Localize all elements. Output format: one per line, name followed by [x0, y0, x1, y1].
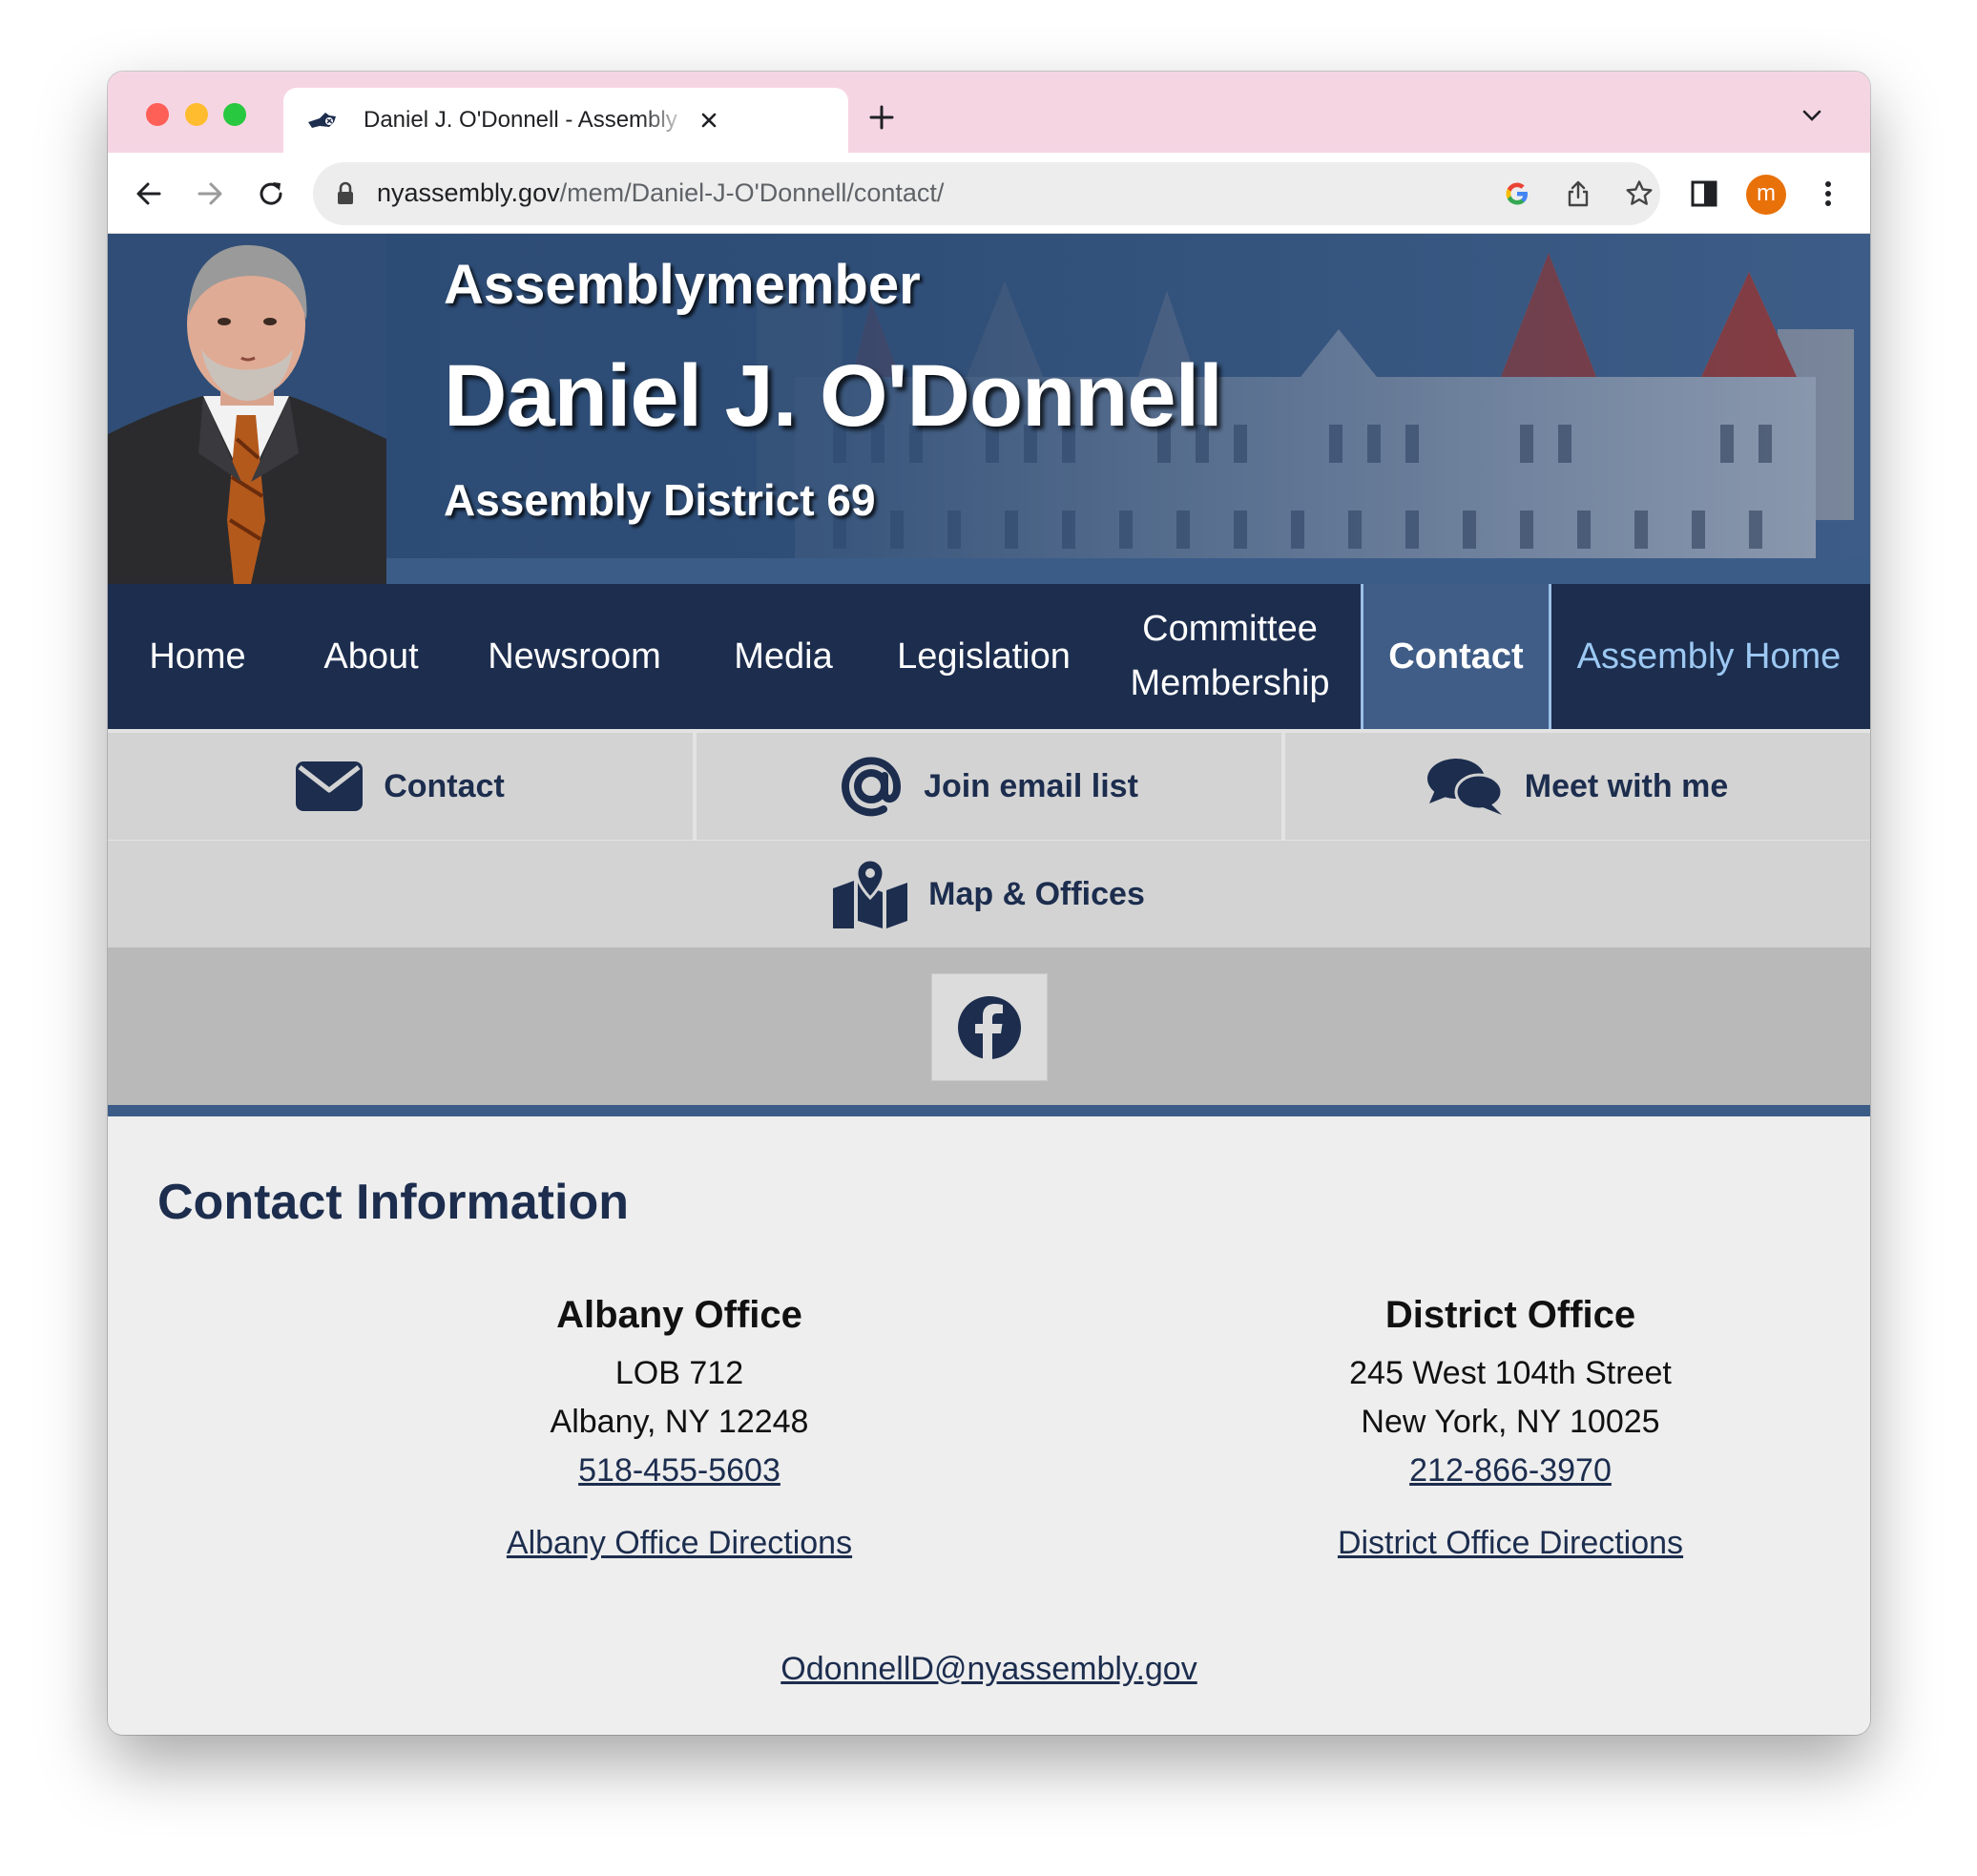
member-portrait-image — [108, 234, 386, 584]
facebook-link[interactable] — [931, 973, 1048, 1081]
nav-contact[interactable]: Contact — [1361, 584, 1551, 729]
albany-directions-link[interactable]: Albany Office Directions — [345, 1519, 1013, 1568]
subnav-contact-label: Contact — [384, 767, 505, 804]
subnav-contact-button[interactable]: Contact — [108, 733, 693, 840]
nav-committee-line1: Committee — [1142, 609, 1318, 649]
banner-title: Assemblymember — [444, 254, 921, 316]
subnav-join-email-label: Join email list — [924, 767, 1138, 804]
albany-address-line1: LOB 712 — [614, 1355, 744, 1391]
subnav-map-offices-button[interactable]: Map & Offices — [108, 841, 1870, 948]
nav-newsroom[interactable]: Newsroom — [474, 584, 675, 729]
albany-address-line2: Albany, NY 12248 — [550, 1404, 809, 1440]
chat-bubbles-icon — [1426, 759, 1504, 815]
main-navigation: Home About Newsroom Media Legislation Co… — [108, 584, 1870, 729]
assembly-district: Assembly District 69 — [444, 475, 876, 525]
map-marker-icon — [833, 860, 908, 928]
url-path: /mem/Daniel-J-O'Donnell/contact/ — [559, 178, 945, 207]
chevron-down-icon[interactable] — [1801, 108, 1822, 123]
district-office: District Office 245 West 104th Street Ne… — [1176, 1286, 1844, 1568]
google-icon[interactable] — [1502, 178, 1532, 209]
new-tab-icon[interactable] — [867, 103, 896, 132]
social-bar — [108, 948, 1870, 1105]
nav-assembly-home[interactable]: Assembly Home — [1566, 584, 1852, 729]
at-sign-icon — [842, 757, 902, 817]
web-page: Assemblymember Daniel J. O'Donnell Assem… — [108, 234, 1870, 1735]
more-options-icon[interactable] — [1812, 177, 1844, 210]
profile-avatar[interactable]: m — [1746, 175, 1786, 215]
subnav-map-offices-label: Map & Offices — [928, 875, 1145, 912]
tab-title: Daniel J. O'Donnell - Assembly — [364, 107, 677, 133]
contact-information-section: Contact Information Albany Office LOB 71… — [108, 1116, 1870, 1735]
albany-office-name: Albany Office — [556, 1294, 802, 1336]
district-directions-link[interactable]: District Office Directions — [1176, 1519, 1844, 1568]
url-text[interactable]: nyassembly.gov/mem/Daniel-J-O'Donnell/co… — [377, 178, 944, 208]
member-name: Daniel J. O'Donnell — [444, 347, 1223, 445]
subnav-meet-button[interactable]: Meet with me — [1285, 733, 1870, 840]
contact-information-heading: Contact Information — [157, 1175, 629, 1230]
reload-icon[interactable] — [255, 177, 287, 210]
albany-phone-link[interactable]: 518-455-5603 — [345, 1447, 1013, 1495]
district-address-line2: New York, NY 10025 — [1361, 1404, 1660, 1440]
district-phone-link[interactable]: 212-866-3970 — [1176, 1447, 1844, 1495]
browser-tab[interactable]: Daniel J. O'Donnell - Assembly — [283, 88, 848, 153]
bookmark-star-icon[interactable] — [1624, 178, 1654, 209]
assembly-favicon-icon — [308, 113, 336, 128]
nav-legislation[interactable]: Legislation — [888, 584, 1079, 729]
share-icon[interactable] — [1563, 178, 1593, 209]
nav-media[interactable]: Media — [717, 584, 850, 729]
nav-home[interactable]: Home — [131, 584, 264, 729]
nav-about[interactable]: About — [304, 584, 438, 729]
close-window-button[interactable] — [146, 103, 169, 126]
browser-window: Daniel J. O'Donnell - Assembly nyassembl… — [108, 72, 1870, 1735]
subnav-meet-label: Meet with me — [1524, 767, 1729, 804]
nav-committee-membership[interactable]: Committee Membership — [1115, 584, 1344, 729]
district-address-line1: 245 West 104th Street — [1349, 1355, 1672, 1391]
minimize-window-button[interactable] — [185, 103, 208, 126]
address-bar[interactable]: nyassembly.gov/mem/Daniel-J-O'Donnell/co… — [313, 162, 1660, 225]
member-banner: Assemblymember Daniel J. O'Donnell Assem… — [108, 234, 1870, 584]
side-panel-icon[interactable] — [1688, 177, 1720, 210]
forward-arrow-icon[interactable] — [194, 177, 226, 210]
back-arrow-icon[interactable] — [133, 177, 165, 210]
email-link[interactable]: OdonnellD@nyassembly.gov — [108, 1651, 1870, 1688]
url-host: nyassembly.gov — [377, 178, 560, 207]
envelope-icon — [296, 761, 364, 811]
browser-toolbar: nyassembly.gov/mem/Daniel-J-O'Donnell/co… — [108, 153, 1870, 234]
contact-subnav: Contact Join email list Meet with me Map… — [108, 729, 1870, 948]
tab-bar: Daniel J. O'Donnell - Assembly — [108, 72, 1870, 153]
nav-committee-line2: Membership — [1130, 663, 1330, 703]
section-divider — [108, 1105, 1870, 1116]
close-tab-icon[interactable] — [697, 108, 721, 133]
subnav-join-email-button[interactable]: Join email list — [697, 733, 1281, 840]
lock-icon[interactable] — [336, 181, 355, 206]
maximize-window-button[interactable] — [223, 103, 246, 126]
facebook-icon — [958, 995, 1021, 1060]
albany-office: Albany Office LOB 712 Albany, NY 12248 5… — [345, 1286, 1013, 1568]
district-office-name: District Office — [1384, 1294, 1636, 1336]
